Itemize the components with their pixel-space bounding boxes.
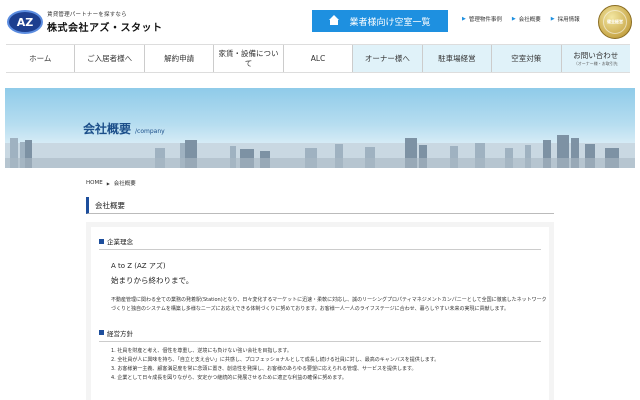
top-link-label: 管理物件事例: [468, 17, 502, 23]
site-header: AZ 賃貸管理パートナーを探すなら 株式会社アズ・スタット 業者様向け空室一覧 …: [0, 0, 640, 44]
vacancy-list-label: 業者様向け空室一覧: [349, 17, 431, 28]
list-item: 4. 企業として日々成長を図りながら、安定かつ継続的に発展させるために適正な利益…: [111, 374, 347, 381]
nav-item-home[interactable]: ホーム: [6, 45, 76, 72]
list-item: 3. お客様第一主義、顧客満足度を常に念頭に置き、創造性を発揮し、お客様のあらゆ…: [111, 365, 417, 372]
nav-item-rent-facilities[interactable]: 家賃・設備について: [214, 45, 284, 72]
nav-sublabel: （オーナー様・お取引先: [573, 60, 618, 66]
nav-item-owners[interactable]: オーナー様へ: [353, 45, 423, 72]
chevron-right-icon: ▶: [106, 180, 110, 186]
seal-inner-ring: 健全経営: [603, 10, 627, 34]
nav-label: 駐車場経営: [438, 53, 476, 63]
arrow-right-icon: ▶: [550, 16, 555, 22]
breadcrumb-home-link[interactable]: HOME: [86, 180, 103, 186]
section-heading: 会社概要: [86, 197, 554, 214]
sound-management-seal: 健全経営: [598, 5, 632, 39]
nav-label: お問い合わせ: [573, 51, 619, 61]
square-bullet-icon: [99, 330, 104, 335]
content-card: 企業理念 A to Z (AZ アズ) 始まりから終わりまで。 不動産管理に関わ…: [91, 227, 549, 400]
vacancy-list-button[interactable]: 業者様向け空室一覧: [312, 10, 448, 32]
list-item: 2. 全社員が人に興味を持ち、「自立と支え合い」に共感し、プロフェッショナルとし…: [111, 356, 440, 363]
motto-line-2: 始まりから終わりまで。: [111, 276, 194, 285]
page-banner: 会社概要 /company: [5, 88, 635, 168]
az-logo-badge: AZ: [7, 10, 43, 34]
arrow-right-icon: ▶: [511, 16, 516, 22]
nav-label: ご入居者様へ: [87, 53, 133, 63]
nav-contact-wrap: お問い合わせ （オーナー様・お取引先: [573, 51, 618, 66]
seal-text: 健全経営: [607, 18, 623, 24]
global-nav: ホーム ご入居者様へ 解約申請 家賃・設備について ALC オーナー様へ 駐車場…: [6, 44, 630, 73]
content-panel: 企業理念 A to Z (AZ アズ) 始まりから終わりまで。 不動産管理に関わ…: [86, 222, 554, 400]
nav-label: ホーム: [29, 53, 52, 63]
banner-title-main: 会社概要: [83, 122, 132, 136]
nav-label: ALC: [310, 53, 326, 63]
nav-item-contact[interactable]: お問い合わせ （オーナー様・お取引先: [561, 45, 630, 72]
nav-label: オーナー様へ: [364, 53, 410, 63]
heading-divider: [99, 340, 541, 342]
arrow-right-icon: ▶: [462, 16, 466, 22]
policy-heading: 経営方針: [99, 328, 541, 338]
logo-company-name: 株式会社アズ・スタット: [47, 23, 163, 34]
nav-item-alc[interactable]: ALC: [284, 45, 354, 72]
banner-title: 会社概要 /company: [83, 120, 165, 137]
top-link-label: 採用情報: [557, 17, 580, 23]
philosophy-heading-label: 企業理念: [107, 238, 133, 246]
nav-item-cancellation[interactable]: 解約申請: [145, 45, 215, 72]
logo-text: 賃貸管理パートナーを探すなら 株式会社アズ・スタット: [47, 10, 163, 34]
heading-divider: [99, 249, 541, 250]
banner-title-sub: /company: [135, 128, 165, 135]
policy-list: 1. 社員を財産と考え、個性を尊重し、逆境にも負けない強い会社を目指します。 2…: [111, 347, 541, 383]
nav-item-residents[interactable]: ご入居者様へ: [75, 45, 145, 72]
breadcrumb: HOME ▶ 会社概要: [86, 179, 136, 187]
top-links: ▶ 管理物件事例 ▶ 会社概要 ▶ 採用情報: [462, 15, 580, 23]
square-bullet-icon: [99, 238, 104, 244]
motto-line-1: A to Z (AZ アズ): [111, 262, 166, 270]
top-link-cases[interactable]: ▶ 管理物件事例: [462, 15, 502, 23]
top-link-company[interactable]: ▶ 会社概要: [512, 15, 541, 23]
philosophy-paragraph: 不動産管理に関わる全ての業務の発着駅(Station)となり、日々変化するマーケ…: [111, 297, 547, 312]
nav-item-parking[interactable]: 駐車場経営: [422, 45, 493, 72]
site-logo[interactable]: AZ 賃貸管理パートナーを探すなら 株式会社アズ・スタット: [7, 8, 177, 36]
top-link-label: 会社概要: [518, 17, 541, 23]
nav-label: 空室対策: [511, 53, 542, 63]
nav-label: 家賃・設備について: [218, 48, 279, 68]
philosophy-heading: 企業理念: [99, 236, 541, 246]
breadcrumb-current: 会社概要: [113, 181, 136, 187]
nav-label: 解約申請: [164, 53, 195, 63]
list-item: 1. 社員を財産と考え、個性を尊重し、逆境にも負けない強い会社を目指します。: [111, 347, 292, 354]
nav-item-vacancy-measures[interactable]: 空室対策: [492, 45, 562, 72]
policy-heading-label: 経営方針: [107, 329, 133, 338]
house-icon: [329, 15, 340, 26]
logo-tagline: 賃貸管理パートナーを探すなら: [47, 12, 127, 18]
top-link-recruit[interactable]: ▶ 採用情報: [551, 15, 580, 23]
